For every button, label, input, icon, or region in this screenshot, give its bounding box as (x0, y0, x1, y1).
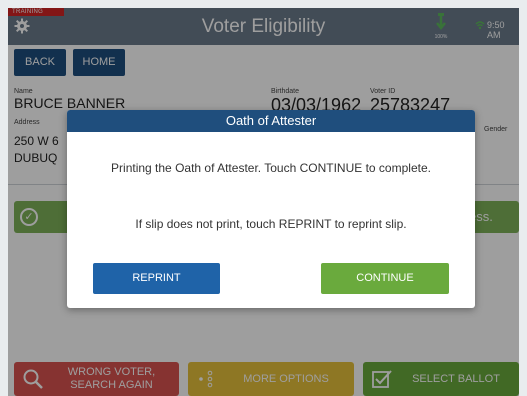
dialog-title: Oath of Attester (67, 110, 475, 132)
app-screen: Voter Eligibility TRAINING 100% 9:50 AM … (8, 8, 519, 396)
dialog-message: Printing the Oath of Attester. Touch CON… (111, 161, 431, 175)
reprint-hint: If slip does not print, touch REPRINT to… (135, 217, 407, 231)
continue-button[interactable]: CONTINUE (321, 263, 449, 294)
oath-dialog: Oath of Attester Printing the Oath of At… (67, 110, 475, 308)
reprint-button[interactable]: REPRINT (93, 263, 220, 294)
